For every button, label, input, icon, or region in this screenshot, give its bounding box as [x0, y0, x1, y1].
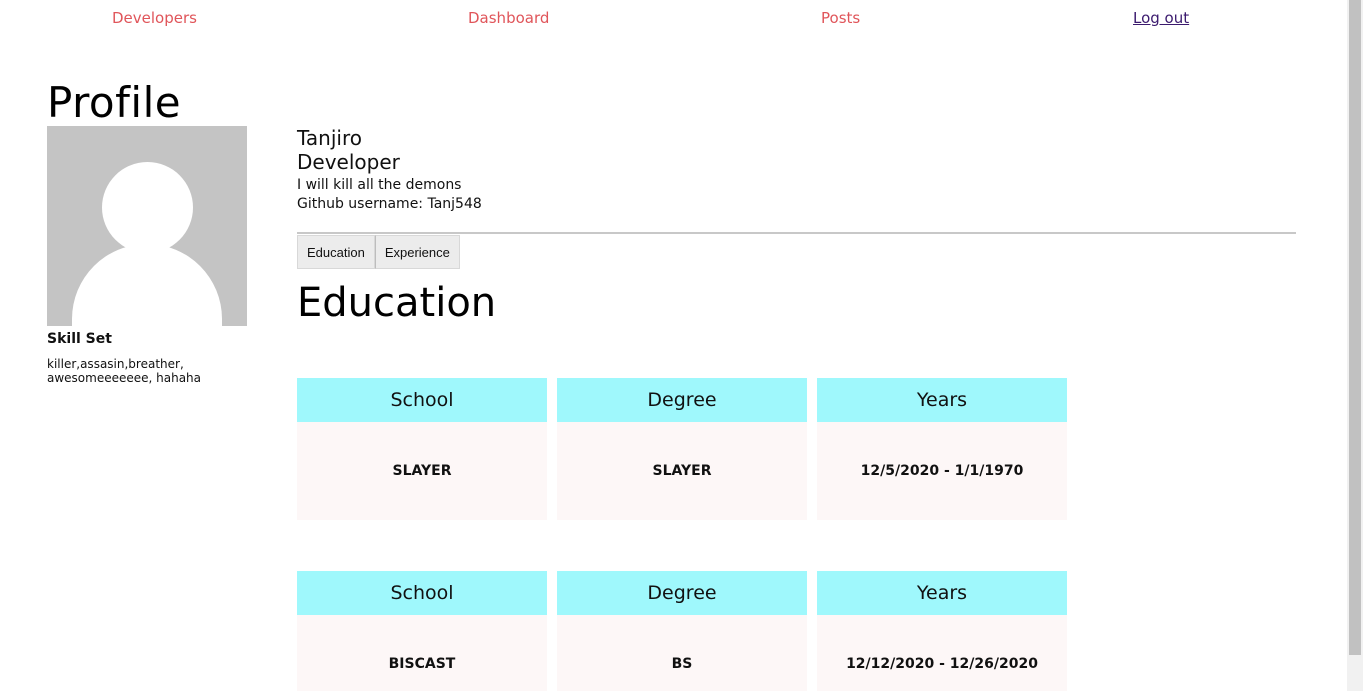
school-value: SLAYER — [297, 422, 547, 520]
nav-posts-link[interactable]: Posts — [821, 9, 860, 27]
logout-link[interactable]: Log out — [1133, 9, 1189, 27]
degree-column: Degree BS — [557, 571, 807, 691]
profile-bio: I will kill all the demons — [297, 177, 462, 193]
avatar-head-shape — [102, 162, 193, 253]
vertical-scrollbar[interactable] — [1347, 0, 1363, 691]
school-header: School — [297, 571, 547, 615]
avatar-body-shape — [72, 244, 222, 326]
page-title: Profile — [47, 78, 182, 127]
degree-value: SLAYER — [557, 422, 807, 520]
profile-role: Developer — [297, 150, 400, 174]
nav-developers-link[interactable]: Developers — [112, 9, 197, 27]
years-column: Years 12/5/2020 - 1/1/1970 — [817, 378, 1067, 520]
years-column: Years 12/12/2020 - 12/26/2020 — [817, 571, 1067, 691]
school-value: BISCAST — [297, 615, 547, 691]
github-username: Github username: Tanj548 — [297, 196, 482, 212]
skill-set-heading: Skill Set — [47, 331, 112, 347]
degree-column: Degree SLAYER — [557, 378, 807, 520]
education-section-title: Education — [297, 280, 497, 326]
years-value: 12/12/2020 - 12/26/2020 — [817, 615, 1067, 691]
education-entry: School SLAYER Degree SLAYER Years 12/5/2… — [297, 378, 1067, 520]
degree-header: Degree — [557, 571, 807, 615]
school-column: School SLAYER — [297, 378, 547, 520]
top-nav: Developers Dashboard Posts Log out — [0, 0, 1347, 36]
profile-info: Tanjiro Developer I will kill all the de… — [297, 126, 482, 214]
school-column: School BISCAST — [297, 571, 547, 691]
education-entry: School BISCAST Degree BS Years 12/12/202… — [297, 571, 1067, 691]
profile-name: Tanjiro — [297, 126, 362, 150]
avatar — [47, 126, 247, 326]
years-header: Years — [817, 571, 1067, 615]
degree-value: BS — [557, 615, 807, 691]
nav-dashboard-link[interactable]: Dashboard — [468, 9, 549, 27]
tab-education[interactable]: Education — [297, 235, 375, 269]
skill-set-list: killer,assasin,breather, awesomeeeeeee, … — [47, 357, 202, 385]
years-header: Years — [817, 378, 1067, 422]
profile-tabs: Education Experience — [297, 235, 460, 269]
divider — [297, 232, 1296, 234]
school-header: School — [297, 378, 547, 422]
degree-header: Degree — [557, 378, 807, 422]
scrollbar-thumb[interactable] — [1349, 0, 1361, 655]
years-value: 12/5/2020 - 1/1/1970 — [817, 422, 1067, 520]
tab-experience[interactable]: Experience — [374, 235, 460, 269]
